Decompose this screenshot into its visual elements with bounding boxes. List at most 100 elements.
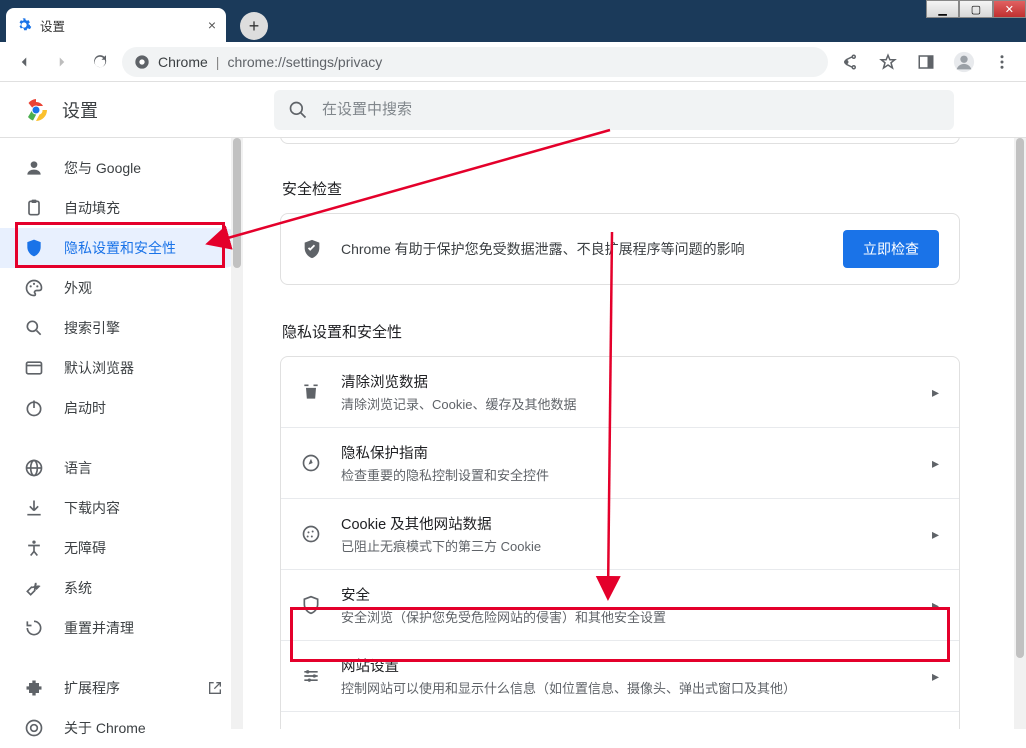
sidebar-item-appearance[interactable]: 外观 [0, 268, 243, 308]
globe-icon [24, 458, 44, 478]
row-site-settings[interactable]: 网站设置 控制网站可以使用和显示什么信息（如位置信息、摄像头、弹出式窗口及其他）… [281, 640, 959, 711]
browser-menu-icon[interactable] [986, 46, 1018, 78]
tab-settings[interactable]: 设置 × [6, 8, 226, 42]
sidebar-item-accessibility[interactable]: 无障碍 [0, 528, 243, 568]
omnibox-separator: | [216, 54, 220, 70]
sidebar-item-languages[interactable]: 语言 [0, 448, 243, 488]
nav-reload-button[interactable] [84, 46, 116, 78]
sidebar-item-privacy-security[interactable]: 隐私设置和安全性 [0, 228, 243, 268]
tune-icon [301, 666, 321, 686]
cutoff-card [280, 138, 960, 144]
sidebar-item-label: 重置并清理 [64, 618, 134, 638]
sidebar-item-label: 默认浏览器 [64, 358, 134, 378]
sidebar-item-label: 无障碍 [64, 538, 106, 558]
sidebar-item-default-browser[interactable]: 默认浏览器 [0, 348, 243, 388]
settings-header: 设置 [0, 82, 1026, 138]
sidebar-item-label: 外观 [64, 278, 92, 298]
nav-back-button[interactable] [8, 46, 40, 78]
sidebar-scrollbar-thumb[interactable] [233, 138, 241, 268]
settings-content: 安全检查 Chrome 有助于保护您免受数据泄露、不良扩展程序等问题的影响 立即… [244, 138, 1026, 729]
section-title-privacy: 隐私设置和安全性 [282, 321, 1002, 342]
power-icon [24, 398, 44, 418]
settings-shell: 您与 Google 自动填充 隐私设置和安全性 外观 搜索引擎 默认浏览器 启动… [0, 138, 1026, 729]
settings-title: 设置 [62, 97, 98, 123]
settings-search-input[interactable] [320, 100, 940, 119]
safety-check-text: Chrome 有助于保护您免受数据泄露、不良扩展程序等问题的影响 [341, 239, 843, 259]
chevron-right-icon: ▸ [932, 597, 939, 614]
row-title: 隐私保护指南 [341, 442, 932, 463]
sidebar-item-label: 下载内容 [64, 498, 120, 518]
sidebar-item-autofill[interactable]: 自动填充 [0, 188, 243, 228]
browser-window-icon [24, 358, 44, 378]
sidebar-item-label: 系统 [64, 578, 92, 598]
row-title: Cookie 及其他网站数据 [341, 513, 932, 534]
tab-strip: 设置 × + [6, 6, 1020, 42]
sidebar-item-label: 语言 [64, 458, 92, 478]
sidebar-item-reset[interactable]: 重置并清理 [0, 608, 243, 648]
content-scrollbar[interactable] [1014, 138, 1026, 729]
person-icon [24, 158, 44, 178]
sidebar-item-extensions[interactable]: 扩展程序 [0, 668, 243, 708]
safety-check-card: Chrome 有助于保护您免受数据泄露、不良扩展程序等问题的影响 立即检查 [280, 213, 960, 285]
row-privacy-guide[interactable]: 隐私保护指南 检查重要的隐私控制设置和安全控件 ▸ [281, 427, 959, 498]
row-subtitle: 检查重要的隐私控制设置和安全控件 [341, 465, 932, 484]
search-icon [288, 100, 308, 120]
sidebar-item-label: 您与 Google [64, 158, 141, 178]
shield-outline-icon [301, 595, 321, 615]
compass-icon [301, 453, 321, 473]
section-title-safety-check: 安全检查 [282, 178, 1002, 199]
side-panel-icon[interactable] [910, 46, 942, 78]
sidebar-item-about-chrome[interactable]: 关于 Chrome [0, 708, 243, 748]
wrench-icon [24, 578, 44, 598]
open-in-new-icon [207, 680, 223, 696]
accessibility-icon [24, 538, 44, 558]
sidebar-item-label: 扩展程序 [64, 678, 120, 698]
sidebar-item-label: 关于 Chrome [64, 718, 146, 738]
share-icon[interactable] [834, 46, 866, 78]
content-scrollbar-thumb[interactable] [1016, 138, 1024, 658]
row-title: 网站设置 [341, 655, 932, 676]
chevron-right-icon: ▸ [932, 384, 939, 401]
sidebar-item-label: 搜索引擎 [64, 318, 120, 338]
row-subtitle: 已阻止无痕模式下的第三方 Cookie [341, 536, 932, 555]
row-cookies[interactable]: Cookie 及其他网站数据 已阻止无痕模式下的第三方 Cookie ▸ [281, 498, 959, 569]
sidebar-item-on-startup[interactable]: 启动时 [0, 388, 243, 428]
sidebar-item-search-engine[interactable]: 搜索引擎 [0, 308, 243, 348]
row-title: 清除浏览数据 [341, 371, 932, 392]
download-icon [24, 498, 44, 518]
restore-icon [24, 618, 44, 638]
row-subtitle: 控制网站可以使用和显示什么信息（如位置信息、摄像头、弹出式窗口及其他） [341, 678, 932, 697]
row-privacy-sandbox[interactable]: 隐私沙盒 试用版功能已开启 [281, 711, 959, 729]
sidebar-scrollbar[interactable] [231, 138, 243, 729]
safety-check-button[interactable]: 立即检查 [843, 230, 939, 268]
row-title: 安全 [341, 584, 932, 605]
chrome-badge-icon [134, 54, 150, 70]
sidebar-item-label: 隐私设置和安全性 [64, 238, 176, 258]
profile-avatar-icon[interactable] [948, 46, 980, 78]
row-subtitle: 安全浏览（保护您免受危险网站的侵害）和其他安全设置 [341, 607, 932, 626]
chevron-right-icon: ▸ [932, 526, 939, 543]
row-clear-browsing-data[interactable]: 清除浏览数据 清除浏览记录、Cookie、缓存及其他数据 ▸ [281, 357, 959, 427]
new-tab-button[interactable]: + [240, 12, 268, 40]
chevron-right-icon: ▸ [932, 455, 939, 472]
tab-title: 设置 [40, 16, 65, 35]
extension-icon [24, 678, 44, 698]
sidebar-item-system[interactable]: 系统 [0, 568, 243, 608]
omnibox[interactable]: Chrome | chrome://settings/privacy [122, 47, 828, 77]
bookmark-star-icon[interactable] [872, 46, 904, 78]
nav-forward-button[interactable] [46, 46, 78, 78]
chevron-right-icon: ▸ [932, 668, 939, 685]
settings-sidebar: 您与 Google 自动填充 隐私设置和安全性 外观 搜索引擎 默认浏览器 启动… [0, 138, 244, 729]
settings-search[interactable] [274, 90, 954, 130]
row-security[interactable]: 安全 安全浏览（保护您免受危险网站的侵害）和其他安全设置 ▸ [281, 569, 959, 640]
row-subtitle: 清除浏览记录、Cookie、缓存及其他数据 [341, 394, 932, 413]
sidebar-item-downloads[interactable]: 下载内容 [0, 488, 243, 528]
privacy-card: 清除浏览数据 清除浏览记录、Cookie、缓存及其他数据 ▸ 隐私保护指南 检查… [280, 356, 960, 729]
gear-icon [16, 17, 32, 33]
sidebar-item-label: 启动时 [64, 398, 106, 418]
clipboard-icon [24, 198, 44, 218]
sidebar-item-you-and-google[interactable]: 您与 Google [0, 148, 243, 188]
tab-close-icon[interactable]: × [208, 17, 216, 33]
browser-toolbar: Chrome | chrome://settings/privacy [0, 42, 1026, 82]
palette-icon [24, 278, 44, 298]
